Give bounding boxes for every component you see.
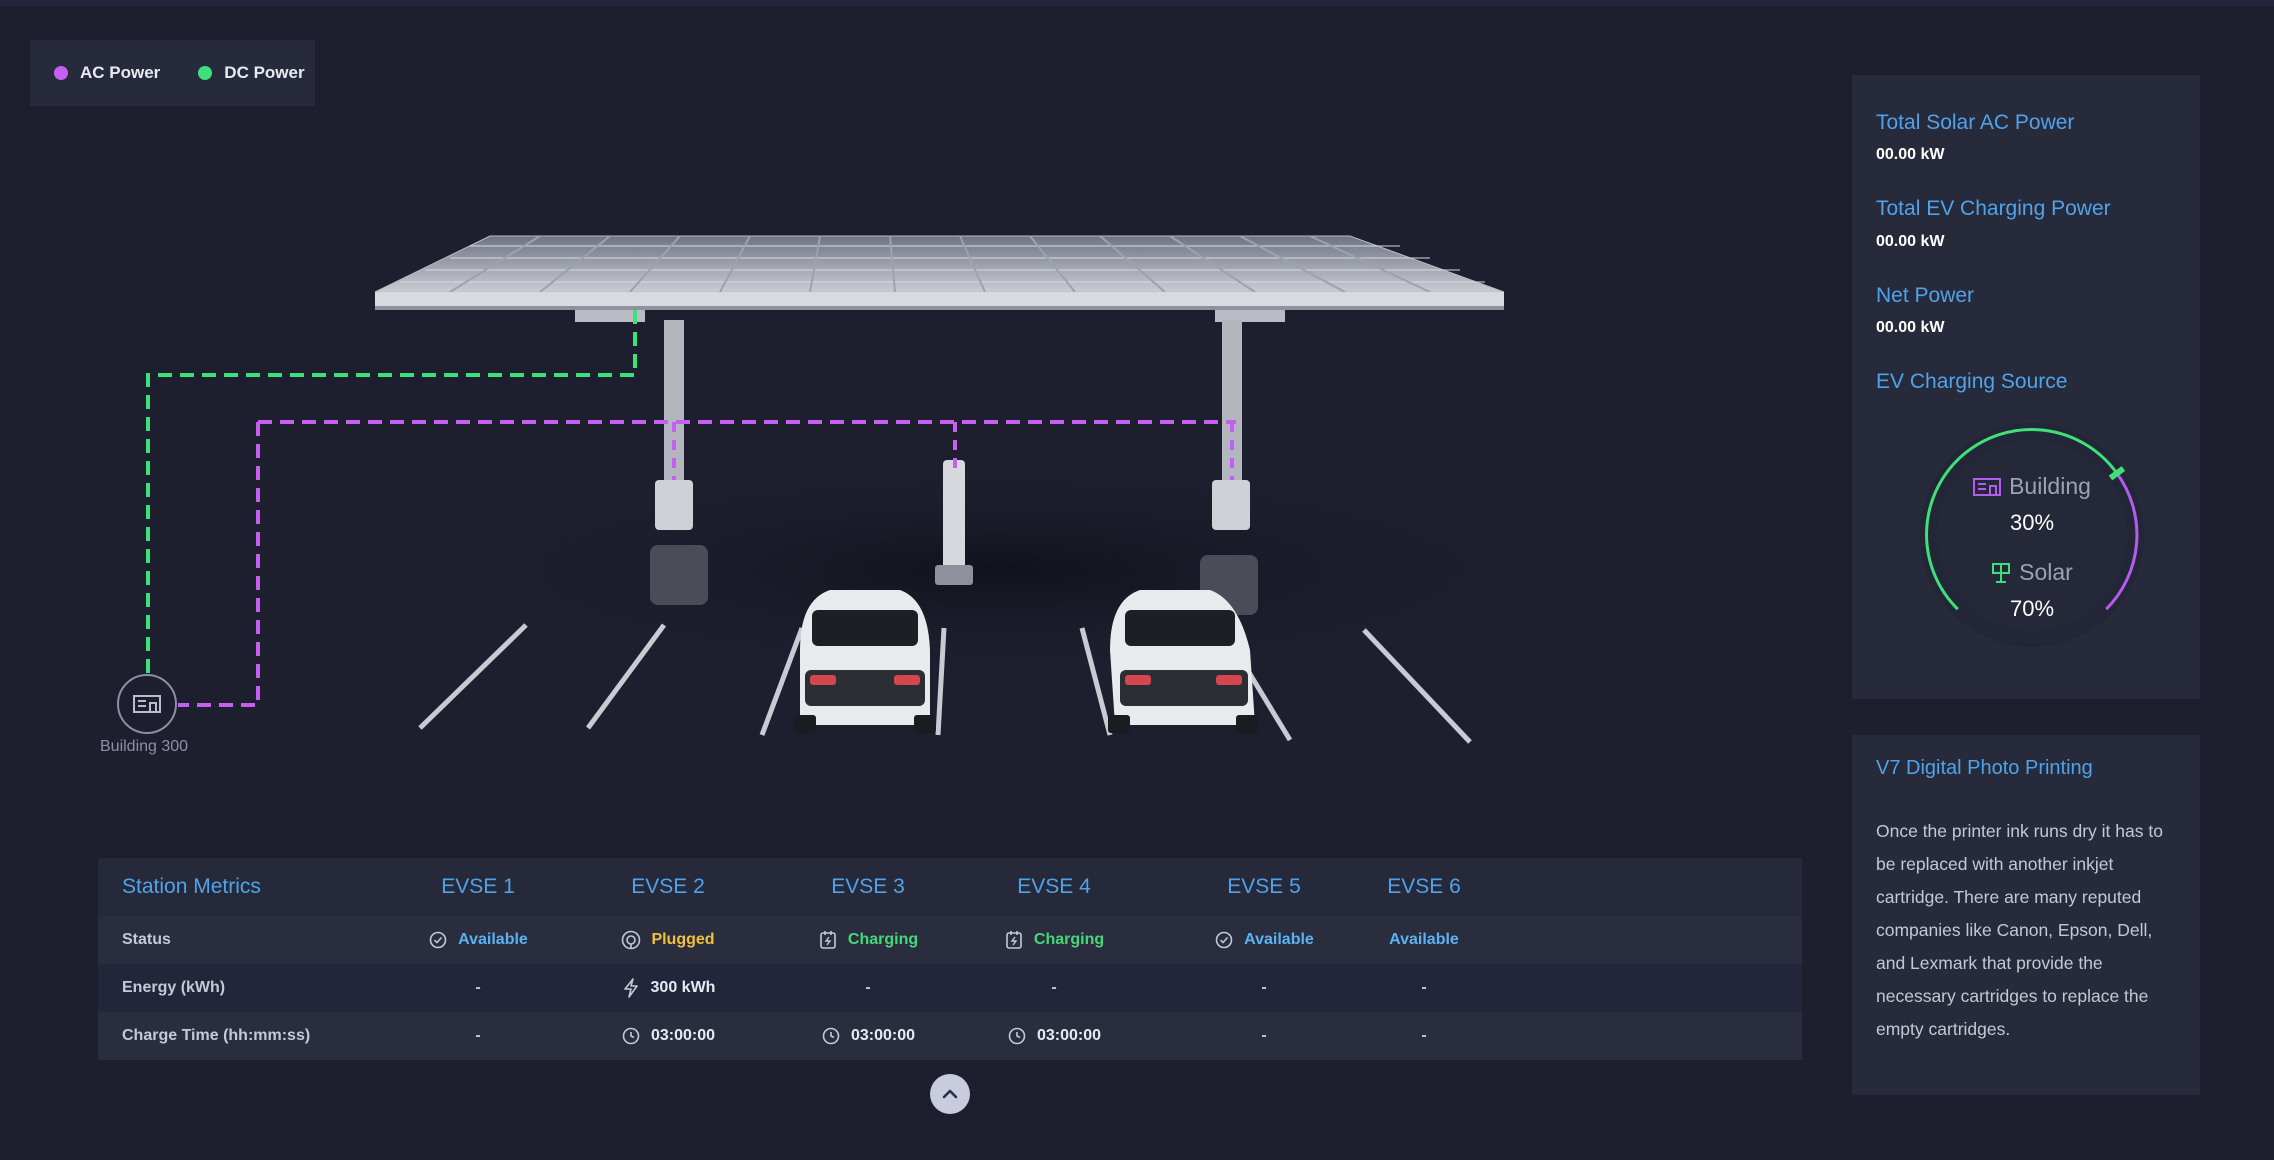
energy-cell: - bbox=[1261, 979, 1267, 996]
status-cell: Available bbox=[398, 916, 558, 964]
metric-title-net: Net Power bbox=[1876, 284, 1975, 307]
table-header: Station Metrics EVSE 1 EVSE 2 EVSE 3 EVS… bbox=[98, 858, 1802, 916]
building-label: Building 300 bbox=[100, 738, 189, 755]
solar-panel-icon bbox=[1992, 562, 2011, 583]
legend-dc: DC Power bbox=[198, 63, 305, 83]
table-row-status: Status Available Plugged Charging Chargi… bbox=[98, 916, 1802, 964]
dc-dot-icon bbox=[198, 66, 213, 80]
row-label-status: Status bbox=[122, 931, 171, 948]
metric-title-solar: Total Solar AC Power bbox=[1876, 111, 2075, 134]
column-evse-2: EVSE 2 bbox=[631, 875, 705, 898]
charge-time-cell: 03:00:00 bbox=[974, 1012, 1134, 1060]
metric-value-solar: 00.00 kW bbox=[1876, 146, 1945, 163]
status-text: Available bbox=[1244, 931, 1314, 948]
charge-time-cell: 03:00:00 bbox=[788, 1012, 948, 1060]
status-text: Plugged bbox=[651, 931, 715, 948]
metric-value-ev: 00.00 kW bbox=[1876, 233, 1945, 250]
energy-cell: - bbox=[475, 979, 481, 996]
status-text: Charging bbox=[1033, 931, 1105, 948]
check-circle-icon bbox=[1214, 930, 1234, 950]
info-body: Once the printer ink runs dry it has to … bbox=[1876, 821, 2163, 1039]
charge-time-text: 03:00:00 bbox=[850, 1027, 916, 1044]
info-title: V7 Digital Photo Printing bbox=[1876, 757, 2093, 779]
gauge-solar-value: 70% bbox=[2009, 596, 2055, 621]
top-border bbox=[0, 0, 2274, 6]
solar-canopy bbox=[374, 235, 1505, 322]
status-cell: Charging bbox=[974, 916, 1134, 964]
gauge-solar-label: Solar bbox=[2019, 559, 2073, 585]
charging-icon bbox=[1004, 930, 1024, 950]
info-panel: V7 Digital Photo Printing Once the print… bbox=[1852, 735, 2200, 1095]
ac-power-line-building bbox=[178, 422, 260, 707]
charge-time-text: 03:00:00 bbox=[650, 1027, 716, 1044]
charge-time-cell: - bbox=[475, 1027, 481, 1044]
column-evse-6: EVSE 6 bbox=[1387, 875, 1461, 898]
charging-source-gauge: Building 30% Solar 70% bbox=[1912, 415, 2152, 655]
column-evse-4: EVSE 4 bbox=[1017, 875, 1091, 898]
charging-source-title: EV Charging Source bbox=[1876, 370, 2068, 393]
gauge-building-value: 30% bbox=[2009, 510, 2055, 535]
legend-dc-label: DC Power bbox=[224, 63, 305, 82]
gauge-building-label: Building bbox=[2009, 473, 2091, 499]
column-evse-1: EVSE 1 bbox=[441, 875, 515, 898]
legend-ac-label: AC Power bbox=[80, 63, 161, 82]
energy-cell: - bbox=[1051, 979, 1057, 996]
clock-icon bbox=[821, 1026, 841, 1046]
chevron-up-icon bbox=[942, 1089, 958, 1099]
clock-icon bbox=[621, 1026, 641, 1046]
status-cell: Available bbox=[1344, 916, 1504, 964]
building-node[interactable] bbox=[117, 674, 177, 734]
charging-icon bbox=[818, 930, 838, 950]
ac-dot-icon bbox=[54, 66, 68, 80]
check-circle-icon bbox=[428, 930, 448, 950]
lightning-icon bbox=[621, 978, 641, 998]
row-label-charge-time: Charge Time (hh:mm:ss) bbox=[122, 1027, 311, 1044]
metric-value-net: 00.00 kW bbox=[1876, 319, 1945, 336]
building-icon bbox=[1973, 477, 2002, 496]
power-legend: AC Power DC Power bbox=[30, 40, 315, 106]
energy-cell: - bbox=[865, 979, 871, 996]
energy-text: 300 kWh bbox=[650, 979, 716, 996]
column-evse-3: EVSE 3 bbox=[831, 875, 905, 898]
ev-car-1 bbox=[794, 590, 936, 733]
table-row-energy: Energy (kWh) - 300 kWh - - - - bbox=[98, 964, 1802, 1012]
metric-title-ev: Total EV Charging Power bbox=[1876, 197, 2111, 220]
status-cell: Available bbox=[1184, 916, 1344, 964]
collapse-table-button[interactable] bbox=[930, 1074, 970, 1114]
charge-time-cell: - bbox=[1261, 1027, 1267, 1044]
building-icon bbox=[133, 695, 161, 713]
power-summary-panel: Total Solar AC Power 00.00 kW Total EV C… bbox=[1852, 75, 2200, 699]
carport-illustration bbox=[146, 235, 1560, 744]
charge-time-cell: - bbox=[1421, 1027, 1427, 1044]
charge-time-text: 03:00:00 bbox=[1036, 1027, 1102, 1044]
ground-shadow bbox=[440, 460, 1560, 680]
row-label-energy: Energy (kWh) bbox=[122, 979, 226, 996]
charge-time-cell: 03:00:00 bbox=[588, 1012, 748, 1060]
status-text: Available bbox=[458, 931, 528, 948]
status-text: Available bbox=[1389, 931, 1459, 948]
table-title: Station Metrics bbox=[122, 875, 261, 898]
status-cell: Charging bbox=[788, 916, 948, 964]
solar-carport-scene bbox=[0, 150, 1800, 800]
energy-cell: - bbox=[1421, 979, 1427, 996]
status-cell: Plugged bbox=[588, 916, 748, 964]
column-evse-5: EVSE 5 bbox=[1227, 875, 1301, 898]
table-row-charge-time: Charge Time (hh:mm:ss) - 03:00:00 03:00:… bbox=[98, 1012, 1802, 1060]
plug-icon bbox=[621, 930, 641, 950]
legend-ac: AC Power bbox=[54, 63, 160, 83]
clock-icon bbox=[1007, 1026, 1027, 1046]
status-text: Charging bbox=[847, 931, 919, 948]
station-metrics-table: Station Metrics EVSE 1 EVSE 2 EVSE 3 EVS… bbox=[98, 858, 1802, 1060]
energy-cell: 300 kWh bbox=[588, 964, 748, 1012]
